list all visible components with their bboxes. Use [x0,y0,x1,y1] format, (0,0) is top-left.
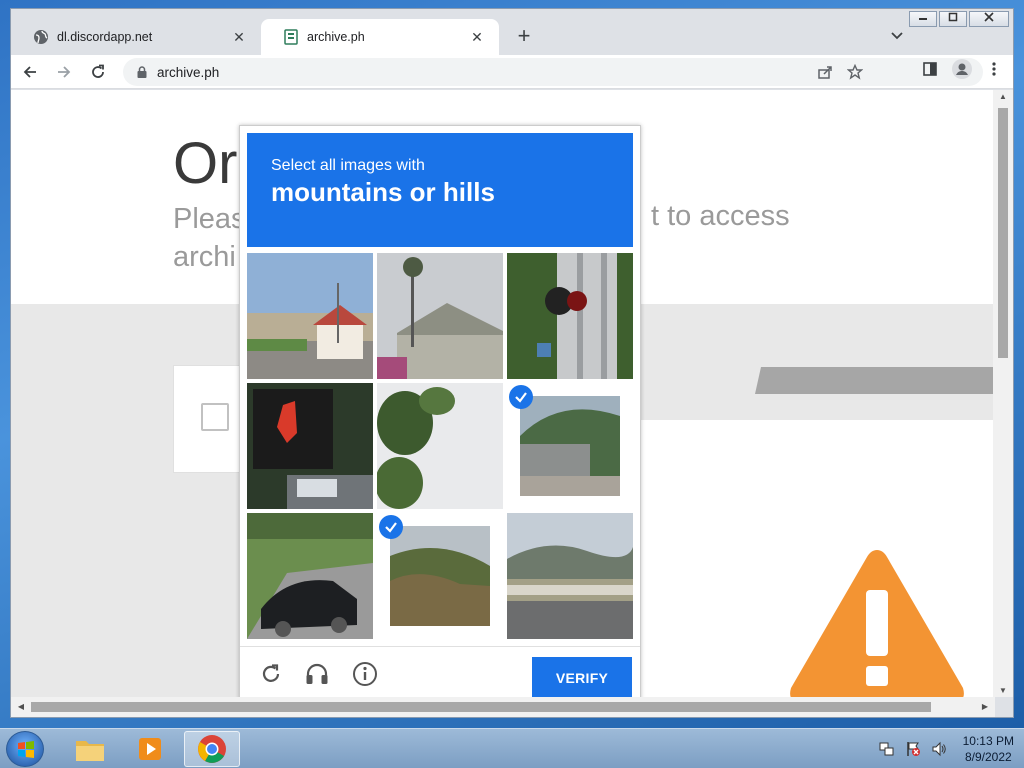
info-icon[interactable] [350,659,380,689]
scrollbar-thumb[interactable] [998,108,1008,358]
challenge-target: mountains or hills [271,177,495,207]
scrollbar-thumb[interactable] [31,702,931,712]
tab-title: dl.discordapp.net [57,30,153,44]
image-tile-5[interactable] [377,383,503,509]
bookmark-star-icon[interactable] [847,64,863,80]
tab-archive[interactable]: archive.ph ✕ [261,19,499,55]
media-player-icon [139,738,161,760]
taskbar-explorer[interactable] [62,731,118,767]
forward-button[interactable] [49,58,79,86]
omnibox-actions [817,58,863,86]
back-button[interactable] [15,58,45,86]
url-text: archive.ph [157,64,220,80]
network-icon[interactable] [879,741,895,757]
chrome-icon [198,735,226,763]
new-tab-button[interactable]: + [511,23,537,49]
archive-favicon-icon [284,29,298,45]
recaptcha-challenge: Select all images with mountains or hill… [239,125,641,697]
background-heading: Or [173,131,238,196]
image-tile-9[interactable] [507,513,633,639]
scroll-up-icon[interactable]: ▲ [993,92,1013,101]
tab-close-icon[interactable]: ✕ [231,29,247,46]
start-button[interactable] [6,731,44,767]
taskbar-media-player[interactable] [122,731,178,767]
selected-check-icon [379,515,403,539]
clock-time: 10:13 PM [962,734,1014,748]
scroll-right-icon[interactable]: ▶ [975,702,995,711]
taskbar: 10:13 PM 8/9/2022 [0,728,1024,768]
tab-title: archive.ph [307,30,365,44]
selected-check-icon [509,385,533,409]
clock-date: 8/9/2022 [964,750,1012,764]
scroll-left-icon[interactable]: ◀ [11,702,31,711]
audio-challenge-icon[interactable] [302,659,332,689]
challenge-instruction: Select all images with [271,157,425,174]
image-tile-3[interactable] [507,253,633,379]
image-tile-4[interactable] [247,383,373,509]
tab-strip: dl.discordapp.net ✕ archive.ph ✕ + [11,19,1013,55]
verify-button[interactable]: VERIFY [532,657,632,697]
image-tile-1[interactable] [247,253,373,379]
scroll-down-icon[interactable]: ▼ [993,686,1013,695]
page-viewport: Or Pleas archi t to access Select all im… [11,90,995,697]
warning-icon [790,550,964,697]
side-panel-icon[interactable] [919,58,941,80]
action-center-flag-icon[interactable] [905,741,921,757]
toolbar-right [919,58,1005,80]
share-icon[interactable] [817,64,833,80]
reload-button[interactable] [83,58,113,86]
image-tile-2[interactable] [377,253,503,379]
background-band-notch [641,367,761,394]
volume-icon[interactable] [931,741,947,757]
image-tile-6[interactable] [507,383,633,509]
folder-icon [76,741,104,761]
challenge-footer: VERIFY [240,646,640,697]
tab-search-icon[interactable] [891,29,903,43]
taskbar-chrome[interactable] [184,731,240,767]
browser-toolbar: archive.ph [11,55,1013,89]
image-tile-7[interactable] [247,513,373,639]
menu-kebab-icon[interactable] [983,58,1005,80]
reload-challenge-icon[interactable] [256,659,286,689]
challenge-header: Select all images with mountains or hill… [247,133,633,247]
image-grid [247,253,633,639]
tab-close-icon[interactable]: ✕ [469,29,485,46]
profile-avatar-icon[interactable] [951,58,973,80]
windows-logo-icon [18,741,34,758]
background-checkbox[interactable] [201,403,229,431]
system-tray: 10:13 PM 8/9/2022 [879,729,1014,768]
lock-icon [137,66,147,78]
background-subtitle-right: t to access [651,200,790,232]
globe-icon [34,30,48,44]
image-tile-8[interactable] [377,513,503,639]
tab-discord[interactable]: dl.discordapp.net ✕ [11,19,261,55]
horizontal-scrollbar[interactable]: ◀ ▶ [11,697,995,717]
vertical-scrollbar[interactable]: ▲ ▼ [993,90,1013,697]
clock[interactable]: 10:13 PM 8/9/2022 [963,733,1014,765]
browser-window: dl.discordapp.net ✕ archive.ph ✕ + archi… [10,8,1014,718]
address-bar[interactable]: archive.ph [123,58,983,86]
